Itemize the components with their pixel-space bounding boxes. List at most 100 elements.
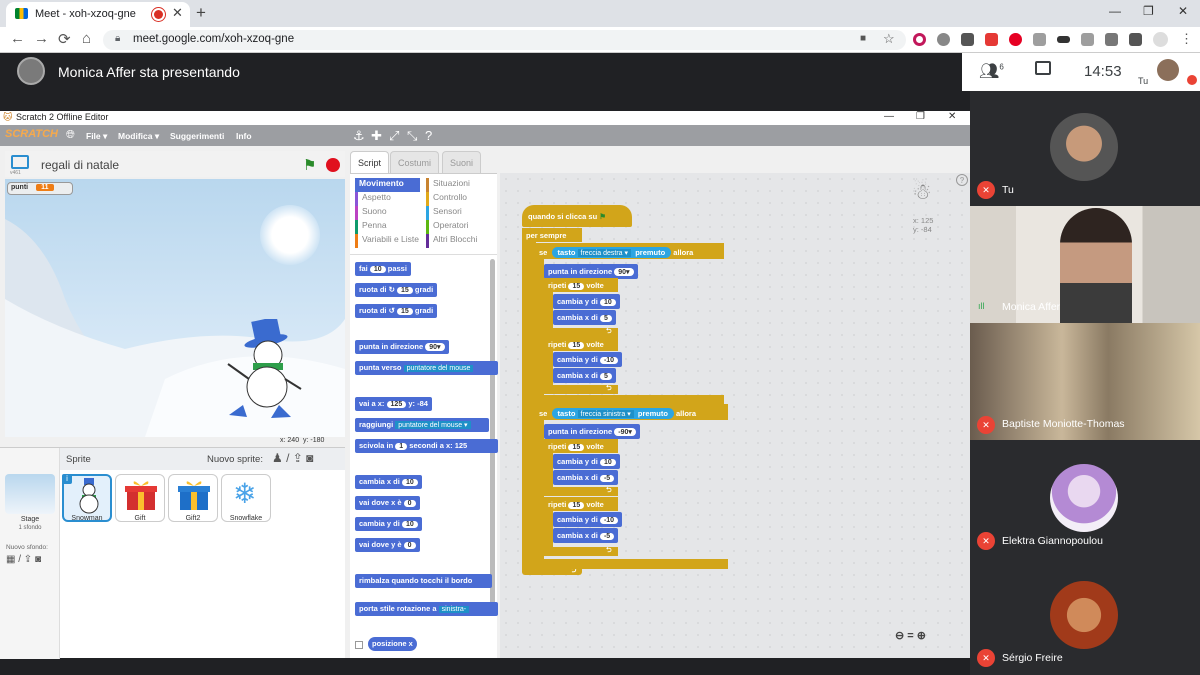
hat-block[interactable]: quando si clicca su ⚑	[522, 205, 632, 227]
forever-block[interactable]: per sempre	[522, 228, 582, 242]
palette-block[interactable]: vai a x: 125 y: -84	[355, 397, 432, 411]
palette-block[interactable]: cambia y di 10	[355, 517, 422, 531]
presentation-mode-icon[interactable]	[11, 155, 29, 169]
category-sensori[interactable]: Sensori	[426, 206, 477, 220]
reload-button[interactable]: ⟳	[58, 30, 71, 48]
variable-monitor[interactable]: punti 11	[7, 182, 73, 195]
zoom-out-button[interactable]: ⊖	[895, 630, 904, 642]
new-sprite-tools-icon[interactable]: ♟ / ⇪ ◙	[272, 451, 313, 465]
menu-modifica[interactable]: Modifica ▾	[118, 131, 159, 142]
tab-script[interactable]: Script	[350, 151, 390, 173]
participant-tile-baptiste[interactable]: ✕ Baptiste Moniotte-Thomas	[970, 323, 1200, 440]
backdrop-tools-icon[interactable]: ▦ / ⇪ ◙	[6, 554, 41, 565]
menu-suggerimenti[interactable]: Suggerimenti	[170, 131, 224, 141]
help-tool-icon[interactable]: ?	[425, 128, 432, 143]
omnibox[interactable]: 🔒︎ meet.google.com/xoh-xzoq-gne ■ ☆	[103, 30, 906, 50]
if-block[interactable]: se tasto freccia destra ▾ premuto allora	[536, 243, 724, 259]
shrink-tool-icon[interactable]: ⤡	[407, 128, 417, 144]
chat-icon[interactable]	[1035, 61, 1051, 75]
change-y-block[interactable]: cambia y di -10	[553, 352, 623, 367]
menu-kebab-icon[interactable]: ⋮	[1180, 31, 1193, 47]
scratch-minimize-button[interactable]: —	[884, 111, 894, 122]
palette-block[interactable]: rimbalza quando tocchi il bordo	[355, 574, 492, 588]
change-x-block[interactable]: cambia x di -5	[553, 470, 619, 485]
category-penna[interactable]: Penna	[355, 220, 420, 234]
palette-block[interactable]: fai 10 passi	[355, 262, 411, 276]
back-button[interactable]: ←	[10, 30, 25, 47]
palette-block[interactable]: ruota di ↺ 15 gradi	[355, 304, 438, 318]
home-button[interactable]: ⌂	[82, 30, 91, 47]
maximize-button[interactable]: ❐	[1143, 4, 1154, 18]
repeat-block[interactable]: ripeti 15 volte	[544, 439, 618, 453]
palette-block[interactable]: scivola in 1 secondi a x: 125	[355, 439, 498, 453]
drive-extension-icon[interactable]	[1105, 33, 1118, 46]
tab-suoni[interactable]: Suoni	[442, 151, 482, 173]
checkbox[interactable]	[355, 641, 363, 649]
category-suono[interactable]: Suono	[355, 206, 420, 220]
stage-thumbnail[interactable]	[5, 474, 55, 514]
camera-icon[interactable]: ■	[860, 33, 866, 44]
category-situazioni[interactable]: Situazioni	[426, 178, 477, 192]
pinterest-extension-icon[interactable]	[1009, 33, 1022, 46]
change-x-block[interactable]: cambia x di -5	[553, 528, 619, 543]
category-variabili[interactable]: Variabili e Liste	[355, 234, 420, 248]
extension-icon[interactable]	[913, 33, 926, 46]
zoom-in-button[interactable]: ⊕	[917, 630, 926, 642]
participant-tile-elektra[interactable]: ✕ Elektra Giannopoulou	[970, 440, 1200, 557]
extension-icon[interactable]	[961, 33, 974, 46]
participant-tile-sergio[interactable]: ✕ Sérgio Freire	[970, 557, 1200, 675]
category-movimento[interactable]: Movimento	[355, 178, 420, 192]
menu-info[interactable]: Info	[236, 131, 252, 141]
stop-icon[interactable]	[326, 158, 340, 172]
grow-tool-icon[interactable]: ⤢	[389, 128, 399, 144]
change-y-block[interactable]: cambia y di -10	[553, 512, 623, 527]
new-tab-button[interactable]: +	[196, 3, 206, 23]
category-altri[interactable]: Altri Blocchi	[426, 234, 477, 248]
minimize-button[interactable]: —	[1109, 4, 1121, 18]
change-y-block[interactable]: cambia y di 10	[553, 294, 620, 309]
zoom-reset-button[interactable]: =	[907, 630, 913, 642]
glasses-extension-icon[interactable]	[1057, 36, 1070, 43]
change-y-block[interactable]: cambia y di 10	[553, 454, 620, 469]
scratch-close-button[interactable]: ✕	[948, 111, 956, 122]
repeat-block[interactable]: ripeti 15 volte	[544, 497, 618, 511]
palette-reporter[interactable]: posizione x	[368, 637, 417, 651]
palette-block[interactable]: cambia x di 10	[355, 475, 422, 489]
pdf-extension-icon[interactable]	[985, 33, 998, 46]
tab-costumi[interactable]: Costumi	[390, 151, 440, 173]
menu-file[interactable]: File ▾	[86, 131, 107, 142]
repeat-block[interactable]: ripeti 15 volte	[544, 337, 618, 351]
palette-scrollbar[interactable]	[490, 259, 495, 609]
forward-button[interactable]: →	[34, 30, 49, 47]
point-direction-block[interactable]: punta in direzione -90▾	[544, 424, 640, 439]
self-avatar[interactable]	[1157, 59, 1179, 81]
palette-block[interactable]: vai dove y è 0	[355, 538, 420, 552]
participant-tile-tu[interactable]: ✕ Tu	[970, 91, 1200, 206]
if-block[interactable]: se tasto freccia sinistra ▾ premuto allo…	[536, 404, 728, 420]
bookmark-star-icon[interactable]: ☆	[883, 31, 895, 47]
participant-tile-monica[interactable]: ıll Monica Affer	[970, 206, 1200, 323]
people-button[interactable]: 👥︎6	[979, 61, 1004, 81]
change-x-block[interactable]: cambia x di 5	[553, 368, 616, 383]
change-x-block[interactable]: cambia x di 5	[553, 310, 616, 325]
stage[interactable]: punti 11	[5, 179, 345, 437]
palette-block[interactable]: punta verso puntatore del mouse	[355, 361, 498, 375]
snowman-sprite[interactable]	[223, 319, 308, 419]
category-aspetto[interactable]: Aspetto	[355, 192, 420, 206]
close-window-button[interactable]: ✕	[1178, 4, 1188, 18]
scratch-maximize-button[interactable]: ❐	[916, 111, 925, 122]
palette-block[interactable]: punta in direzione 90▾	[355, 340, 449, 354]
green-flag-icon[interactable]: ⚑	[303, 156, 316, 174]
project-name[interactable]: regali di natale	[41, 158, 119, 172]
delete-tool-icon[interactable]: ✚	[371, 128, 382, 144]
globe-icon[interactable]: 🌐︎	[66, 129, 75, 142]
category-controllo[interactable]: Controllo	[426, 192, 477, 206]
help-icon[interactable]: ?	[956, 174, 968, 186]
browser-tab[interactable]: Meet - xoh-xzoq-gne ✕	[6, 2, 190, 27]
tab-close-button[interactable]: ✕	[172, 5, 183, 21]
palette-block[interactable]: raggiungi puntatore del mouse ▾	[355, 418, 489, 432]
point-direction-block[interactable]: punta in direzione 90▾	[544, 264, 638, 279]
extension-icon[interactable]	[937, 33, 950, 46]
profile-icon[interactable]	[1153, 32, 1168, 47]
category-operatori[interactable]: Operatori	[426, 220, 477, 234]
